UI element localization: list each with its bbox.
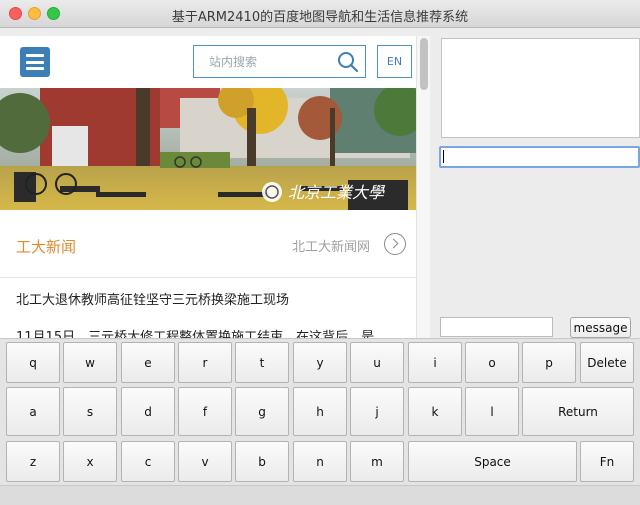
key-x[interactable]: x — [63, 441, 117, 482]
key-e[interactable]: e — [121, 342, 175, 383]
key-space[interactable]: Space — [408, 441, 577, 482]
key-p[interactable]: p — [522, 342, 576, 383]
key-m[interactable]: m — [350, 441, 404, 482]
language-button[interactable]: EN — [377, 45, 412, 78]
key-n[interactable]: n — [293, 441, 347, 482]
news-item[interactable]: 北工大退休教师高征铨坚守三元桥换梁施工现场 — [16, 289, 289, 308]
key-h[interactable]: h — [293, 387, 347, 436]
message-button[interactable]: message — [570, 317, 631, 338]
key-fn[interactable]: Fn — [580, 441, 634, 482]
news-site-link[interactable]: 北工大新闻网 — [292, 236, 370, 255]
key-l[interactable]: l — [465, 387, 519, 436]
key-g[interactable]: g — [235, 387, 289, 436]
web-view-scrollbar[interactable] — [416, 36, 430, 338]
key-k[interactable]: k — [408, 387, 462, 436]
text-caret — [443, 150, 444, 163]
key-q[interactable]: q — [6, 342, 60, 383]
key-b[interactable]: b — [235, 441, 289, 482]
key-j[interactable]: j — [350, 387, 404, 436]
menu-icon-line — [26, 67, 44, 70]
key-v[interactable]: v — [178, 441, 232, 482]
menu-icon — [26, 54, 44, 57]
bottom-bar — [0, 485, 640, 505]
key-s[interactable]: s — [63, 387, 117, 436]
key-return[interactable]: Return — [522, 387, 634, 436]
message-input[interactable] — [440, 317, 553, 337]
key-i[interactable]: i — [408, 342, 462, 383]
key-y[interactable]: y — [293, 342, 347, 383]
app-window: 基于ARM2410的百度地图导航和生活信息推荐系统 EN — [0, 0, 640, 505]
chevron-right-icon[interactable] — [384, 233, 406, 255]
window-title: 基于ARM2410的百度地图导航和生活信息推荐系统 — [171, 10, 469, 25]
key-t[interactable]: t — [235, 342, 289, 383]
key-z[interactable]: z — [6, 441, 60, 482]
key-delete[interactable]: Delete — [580, 342, 634, 383]
campus-banner-image: 北京工業大學 — [0, 88, 416, 210]
news-item[interactable]: 11月15日，三元桥大修工程整体置换施工结束。在这背后，是 — [16, 326, 374, 338]
key-o[interactable]: o — [465, 342, 519, 383]
web-view[interactable]: EN — [0, 36, 430, 338]
key-a[interactable]: a — [6, 387, 60, 436]
key-r[interactable]: r — [178, 342, 232, 383]
key-f[interactable]: f — [178, 387, 232, 436]
key-w[interactable]: w — [63, 342, 117, 383]
university-logo-text: 北京工業大學 — [288, 183, 386, 202]
key-c[interactable]: c — [121, 441, 175, 482]
key-u[interactable]: u — [350, 342, 404, 383]
on-screen-keyboard: q w e r t y u i o p Delete a s d f g h j… — [0, 338, 640, 485]
line-input[interactable] — [439, 146, 640, 168]
key-d[interactable]: d — [121, 387, 175, 436]
search-icon[interactable] — [337, 51, 359, 73]
menu-button[interactable] — [20, 47, 50, 77]
output-text-area[interactable] — [441, 38, 640, 138]
search-input[interactable] — [194, 46, 334, 77]
scrollbar-thumb[interactable] — [420, 38, 428, 90]
news-section-header: 工大新闻 北工大新闻网 — [0, 210, 416, 278]
section-title: 工大新闻 — [16, 238, 77, 256]
menu-icon-line — [26, 60, 44, 64]
search-box[interactable] — [193, 45, 366, 78]
title-bar: 基于ARM2410的百度地图导航和生活信息推荐系统 — [0, 0, 640, 28]
